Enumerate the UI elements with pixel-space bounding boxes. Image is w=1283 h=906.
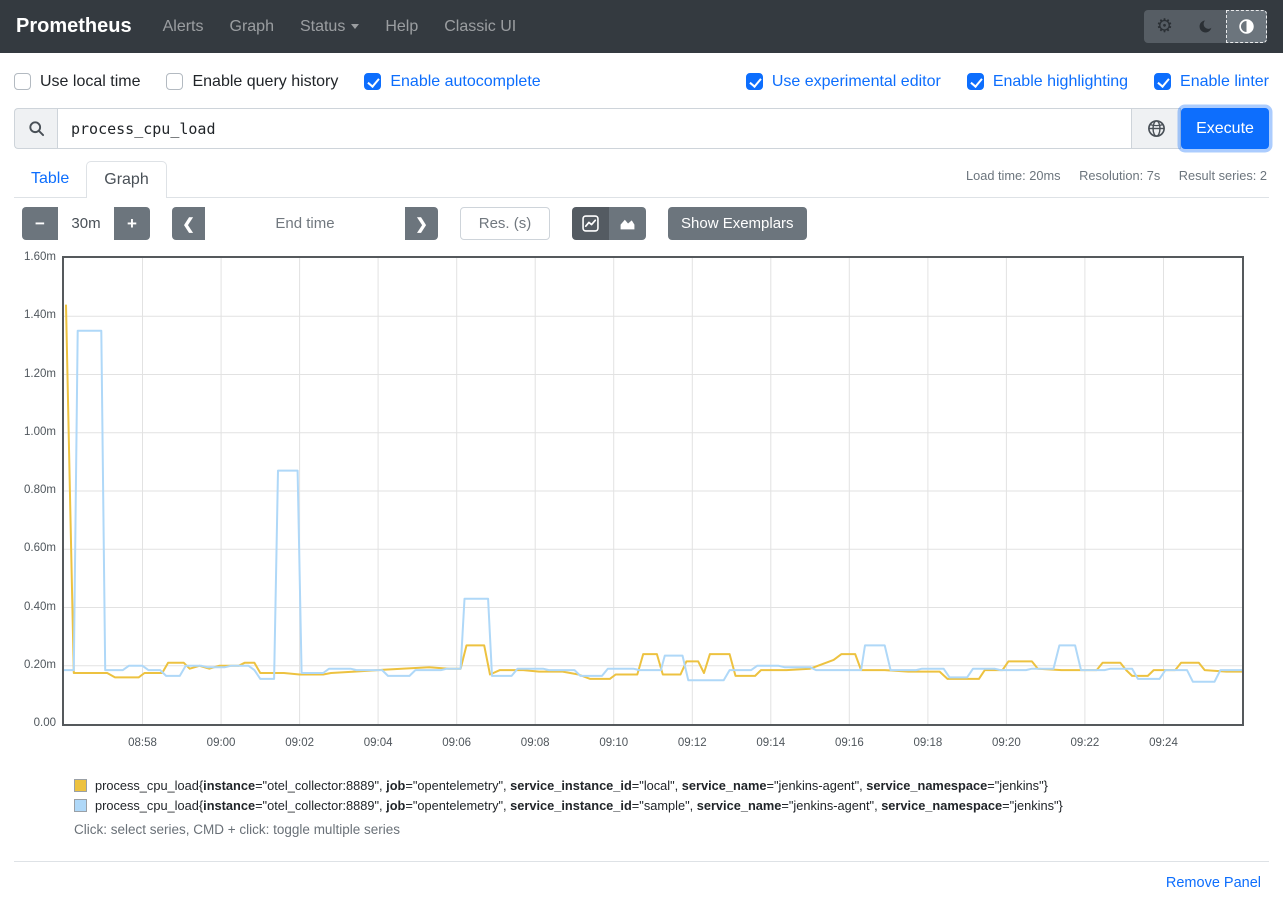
query-input[interactable] (57, 108, 1132, 149)
graph-controls: − + ❮ ❯ Show Exemplars (22, 207, 1269, 240)
y-tick-label: 1.20m (14, 368, 56, 380)
x-tick-label: 09:16 (819, 737, 879, 749)
legend-label: process_cpu_load{instance="otel_collecto… (95, 778, 1048, 793)
range-decrease-button[interactable]: − (22, 207, 58, 240)
chart-plot[interactable] (62, 256, 1244, 726)
range-increase-button[interactable]: + (114, 207, 150, 240)
y-tick-label: 1.00m (14, 426, 56, 438)
top-navbar: Prometheus Alerts Graph Status Help Clas… (0, 0, 1283, 53)
legend-swatch-icon (74, 799, 87, 812)
x-tick-label: 09:06 (427, 737, 487, 749)
execute-button[interactable]: Execute (1181, 108, 1269, 149)
remove-panel-link[interactable]: Remove Panel (1166, 875, 1261, 891)
x-tick-label: 09:00 (191, 737, 251, 749)
checkbox-enable-autocomplete[interactable]: Enable autocomplete (364, 73, 540, 91)
x-tick-label: 09:12 (662, 737, 722, 749)
x-tick-label: 09:22 (1055, 737, 1115, 749)
chart-area: 0.000.20m0.40m0.60m0.80m1.00m1.20m1.40m1… (14, 256, 1269, 758)
range-group: − + (22, 207, 150, 240)
x-tick-label: 09:24 (1133, 737, 1193, 749)
stacked-chart-button[interactable] (609, 207, 646, 240)
checkbox-icon (967, 73, 984, 90)
x-tick-label: 09:14 (741, 737, 801, 749)
y-tick-label: 1.40m (14, 309, 56, 321)
end-time-group: ❮ ❯ (172, 207, 438, 240)
search-icon (28, 120, 45, 137)
theme-auto-button[interactable] (1226, 10, 1267, 43)
legend-item[interactable]: process_cpu_load{instance="otel_collecto… (74, 796, 1269, 816)
y-tick-label: 0.40m (14, 601, 56, 613)
tab-table[interactable]: Table (14, 161, 86, 197)
x-tick-label: 09:10 (584, 737, 644, 749)
x-tick-label: 09:18 (898, 737, 958, 749)
moon-icon (1197, 18, 1214, 35)
checkbox-enable-query-history[interactable]: Enable query history (166, 73, 338, 91)
nav-link-help[interactable]: Help (372, 18, 431, 36)
legend-hint: Click: select series, CMD + click: toggl… (74, 822, 1269, 837)
y-tick-label: 0.00 (14, 717, 56, 729)
resolution: Resolution: 7s (1079, 168, 1160, 183)
checkbox-icon (14, 73, 31, 90)
x-tick-label: 09:02 (270, 737, 330, 749)
show-exemplars-button[interactable]: Show Exemplars (668, 207, 807, 240)
checkbox-icon (1154, 73, 1171, 90)
checkbox-use-experimental-editor[interactable]: Use experimental editor (746, 73, 941, 91)
tab-graph[interactable]: Graph (86, 161, 166, 198)
checkbox-use-local-time[interactable]: Use local time (14, 73, 140, 91)
nav-link-alerts[interactable]: Alerts (150, 18, 217, 36)
resolution-input[interactable] (460, 207, 550, 240)
y-tick-label: 0.80m (14, 484, 56, 496)
checkbox-enable-highlighting[interactable]: Enable highlighting (967, 73, 1128, 91)
checkbox-icon (746, 73, 763, 90)
checkbox-icon (166, 73, 183, 90)
options-row: Use local time Enable query history Enab… (14, 69, 1269, 94)
checkbox-icon (364, 73, 381, 90)
time-back-button[interactable]: ❮ (172, 207, 205, 240)
query-stats: Load time: 20ms Resolution: 7s Result se… (951, 168, 1267, 183)
legend-label: process_cpu_load{instance="otel_collecto… (95, 798, 1063, 813)
y-tick-label: 0.20m (14, 659, 56, 671)
load-time: Load time: 20ms (966, 168, 1061, 183)
circle-half-icon (1238, 18, 1255, 35)
legend-item[interactable]: process_cpu_load{instance="otel_collecto… (74, 776, 1269, 796)
area-chart-icon (619, 215, 636, 232)
search-addon (14, 108, 57, 149)
theme-light-button[interactable]: ⚙ (1144, 10, 1185, 43)
chart-legend: process_cpu_load{instance="otel_collecto… (74, 776, 1269, 837)
app-brand[interactable]: Prometheus (16, 15, 132, 38)
chart-type-toggle (572, 207, 646, 240)
y-tick-label: 0.60m (14, 542, 56, 554)
result-series: Result series: 2 (1179, 168, 1267, 183)
checkbox-enable-linter[interactable]: Enable linter (1154, 73, 1269, 91)
nav-link-graph[interactable]: Graph (217, 18, 287, 36)
theme-toggle-group: ⚙ (1144, 10, 1267, 43)
panel-footer: Remove Panel (14, 861, 1269, 892)
nav-link-classic-ui[interactable]: Classic UI (431, 18, 529, 36)
options-left: Use local time Enable query history Enab… (14, 73, 567, 91)
x-tick-label: 09:20 (976, 737, 1036, 749)
x-tick-label: 08:58 (113, 737, 173, 749)
globe-icon (1147, 119, 1166, 138)
x-tick-label: 09:04 (348, 737, 408, 749)
query-bar: Execute (14, 108, 1269, 149)
y-tick-label: 1.60m (14, 251, 56, 263)
x-tick-label: 09:08 (505, 737, 565, 749)
tabs-row: Table Graph Load time: 20ms Resolution: … (14, 161, 1269, 198)
legend-swatch-icon (74, 779, 87, 792)
time-forward-button[interactable]: ❯ (405, 207, 438, 240)
range-input[interactable] (58, 207, 114, 240)
line-chart-icon (582, 215, 599, 232)
metrics-explorer-button[interactable] (1132, 108, 1181, 149)
chart-canvas (64, 258, 1242, 724)
chevron-down-icon (351, 24, 359, 29)
end-time-input[interactable] (205, 207, 405, 240)
theme-dark-button[interactable] (1185, 10, 1226, 43)
options-right: Use experimental editor Enable highlight… (746, 73, 1269, 91)
nav-link-status[interactable]: Status (287, 18, 372, 36)
gear-icon: ⚙ (1156, 17, 1173, 36)
line-chart-button[interactable] (572, 207, 609, 240)
